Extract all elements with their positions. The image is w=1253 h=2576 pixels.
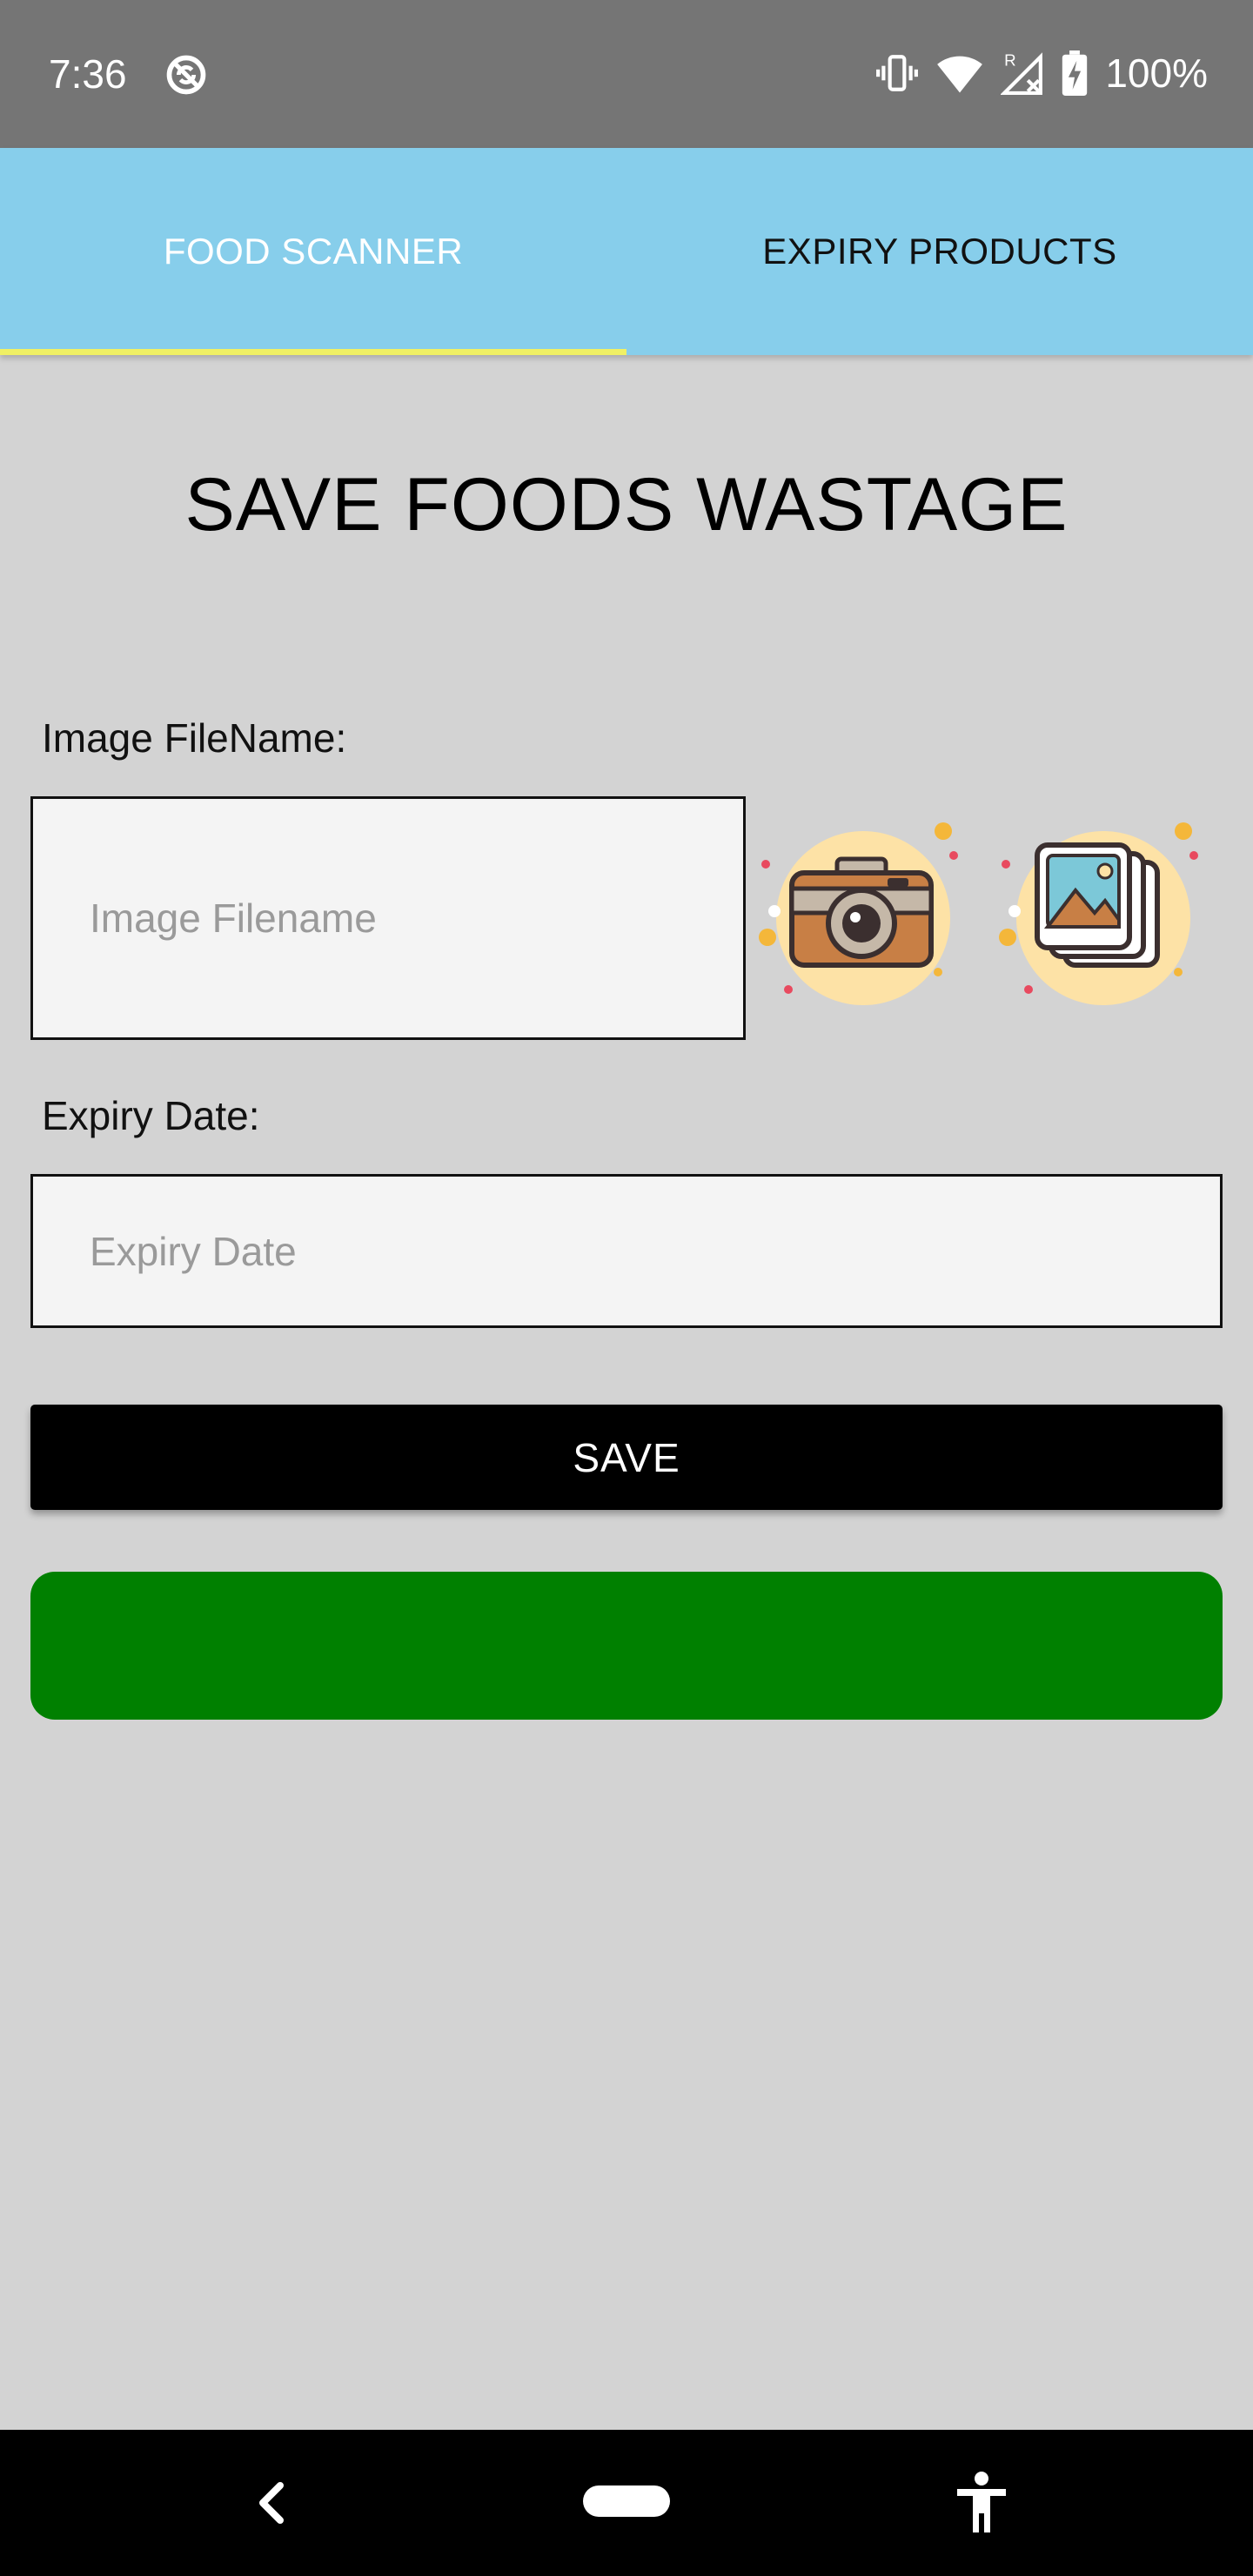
image-filename-label: Image FileName: [42, 715, 347, 761]
expiry-date-input[interactable]: Expiry Date [30, 1174, 1223, 1328]
tab-bar: FOOD SCANNER EXPIRY PRODUCTS [0, 148, 1253, 355]
tab-food-scanner[interactable]: FOOD SCANNER [0, 148, 626, 355]
tab-indicator [0, 349, 626, 355]
battery-charging-icon [1062, 50, 1088, 96]
camera-icon[interactable] [757, 814, 966, 1023]
save-button[interactable]: SAVE [30, 1405, 1223, 1510]
home-pill-icon[interactable] [583, 2485, 670, 2517]
battery-percent: 100% [1105, 50, 1208, 96]
svg-text:R: R [1005, 51, 1017, 70]
status-bar-green [30, 1572, 1223, 1720]
sync-disabled-icon [166, 55, 206, 95]
expiry-date-label: Expiry Date: [42, 1093, 260, 1138]
page-title: SAVE FOODS WASTAGE [184, 463, 1069, 547]
vibrate-icon [876, 55, 919, 91]
image-filename-input[interactable]: Image Filename [30, 796, 746, 1040]
signal-roaming-icon: R [1001, 51, 1043, 95]
wifi-icon [937, 56, 983, 93]
navigation-bar [0, 2430, 1253, 2576]
accessibility-icon[interactable] [954, 2470, 1009, 2536]
status-time: 7:36 [49, 51, 127, 97]
back-icon[interactable] [249, 2475, 294, 2531]
status-icons: R 100% [875, 45, 1208, 101]
status-bar: 7:36 R 100% [0, 0, 1253, 148]
gallery-icon[interactable] [997, 814, 1206, 1023]
tab-expiry-products[interactable]: EXPIRY PRODUCTS [626, 148, 1253, 355]
